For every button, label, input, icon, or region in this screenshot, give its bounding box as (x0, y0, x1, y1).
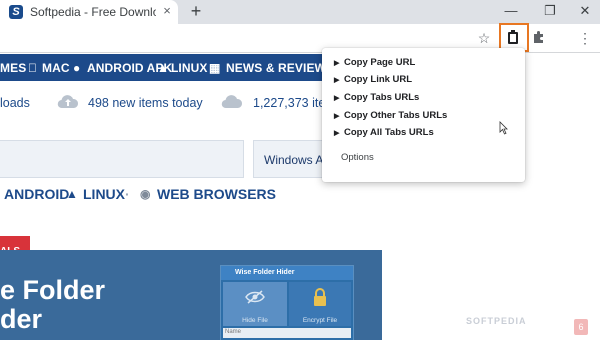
menu-item-label: Copy Page URL (344, 57, 416, 68)
menu-item-label: Copy Link URL (344, 74, 413, 85)
site-nav-bar: MES  MAC ● ANDROID APK ▲ LINUX ▦ NEWS &… (0, 54, 334, 81)
lock-icon (314, 288, 326, 306)
menu-arrow-icon: ▶ (334, 113, 340, 120)
close-window-button[interactable]: ✕ (570, 0, 600, 24)
category-linux[interactable]: LINUX (83, 186, 125, 202)
maximize-button[interactable]: ❐ (535, 0, 565, 24)
bookmark-star-icon[interactable]: ☆ (474, 28, 494, 48)
extensions-puzzle-icon[interactable] (532, 30, 546, 44)
stat-new-items: 498 new items today (88, 96, 203, 110)
clipboard-clip-icon (511, 30, 515, 34)
menu-item-label: Copy All Tabs URLs (344, 127, 434, 138)
app-title: Wise Folder Hider (221, 266, 353, 280)
menu-item-options[interactable]: Options (341, 152, 374, 163)
nav-item-news-reviews[interactable]: NEWS & REVIEWS (226, 61, 334, 75)
minimize-button[interactable]: — (496, 0, 526, 24)
mouse-cursor-icon (499, 121, 508, 135)
upload-cloud-icon (57, 95, 79, 109)
banner-title-line1: e Folder (0, 275, 106, 305)
nav-item-games[interactable]: MES (0, 61, 26, 75)
nav-item-linux[interactable]: LINUX (171, 61, 208, 75)
stat-downloads-fragment: loads (0, 96, 30, 110)
tab-close-icon[interactable]: × (160, 4, 174, 18)
app-name-field: Name (223, 328, 351, 338)
menu-arrow-icon: ▶ (334, 60, 340, 67)
news-icon: ▦ (209, 61, 221, 75)
category-separator: · (125, 186, 130, 202)
softpedia-watermark: SOFTPEDIA (466, 316, 527, 326)
android-icon: ● (73, 61, 81, 75)
search-input[interactable] (0, 140, 244, 178)
menu-item-label: Copy Other Tabs URLs (344, 110, 448, 121)
encrypt-file-label: Encrypt File (302, 317, 338, 324)
apple-icon:  (28, 61, 37, 75)
softpedia-favicon-icon: S (9, 5, 23, 19)
category-web-browsers[interactable]: WEB BROWSERS (157, 186, 276, 202)
menu-item-label: Copy Tabs URLs (344, 92, 420, 103)
menu-item-copy-tabs-urls[interactable]: ▶ Copy Tabs URLs (334, 92, 419, 108)
app-screenshot: Wise Folder Hider Hide File Encrypt File… (220, 265, 354, 340)
banner-title: e Folder der (0, 276, 105, 334)
search-category-select[interactable]: Windows Apps (253, 140, 333, 178)
menu-arrow-icon: ▶ (334, 95, 340, 102)
tab-strip: S Softpedia - Free Downloads Ency × + — … (0, 0, 600, 24)
linux-tux-icon: ▲ (66, 187, 78, 201)
globe-icon: ◉ (140, 187, 151, 201)
linux-icon: ▲ (157, 61, 169, 75)
menu-item-copy-link-url[interactable]: ▶ Copy Link URL (334, 74, 412, 90)
category-android[interactable]: ANDROID (4, 186, 69, 202)
menu-arrow-icon: ▶ (334, 77, 340, 84)
menu-item-copy-page-url[interactable]: ▶ Copy Page URL (334, 57, 415, 73)
cloud-icon (221, 95, 243, 109)
encrypt-file-tile: Encrypt File (289, 282, 351, 326)
banner-title-line2: der (0, 304, 43, 334)
hide-file-label: Hide File (242, 317, 268, 324)
featured-banner[interactable]: e Folder der Wise Folder Hider Hide File… (0, 250, 382, 340)
menu-item-copy-other-tabs-urls[interactable]: ▶ Copy Other Tabs URLs (334, 110, 447, 126)
eye-slash-icon (245, 290, 265, 304)
browser-menu-icon[interactable]: ⋮ (575, 28, 595, 48)
feedback-button[interactable]: 6 (574, 319, 588, 335)
new-tab-button[interactable]: + (187, 1, 205, 21)
nav-item-mac[interactable]: MAC (42, 61, 70, 75)
tab-title: Softpedia - Free Downloads Ency (30, 5, 156, 19)
hide-file-tile: Hide File (223, 282, 287, 326)
menu-item-copy-all-tabs-urls[interactable]: ▶ Copy All Tabs URLs (334, 127, 434, 143)
menu-arrow-icon: ▶ (334, 130, 340, 137)
copy-url-popup-menu: ▶ Copy Page URL ▶ Copy Link URL ▶ Copy Tabs… (322, 48, 525, 182)
browser-tab[interactable]: S Softpedia - Free Downloads Ency × (0, 0, 178, 24)
